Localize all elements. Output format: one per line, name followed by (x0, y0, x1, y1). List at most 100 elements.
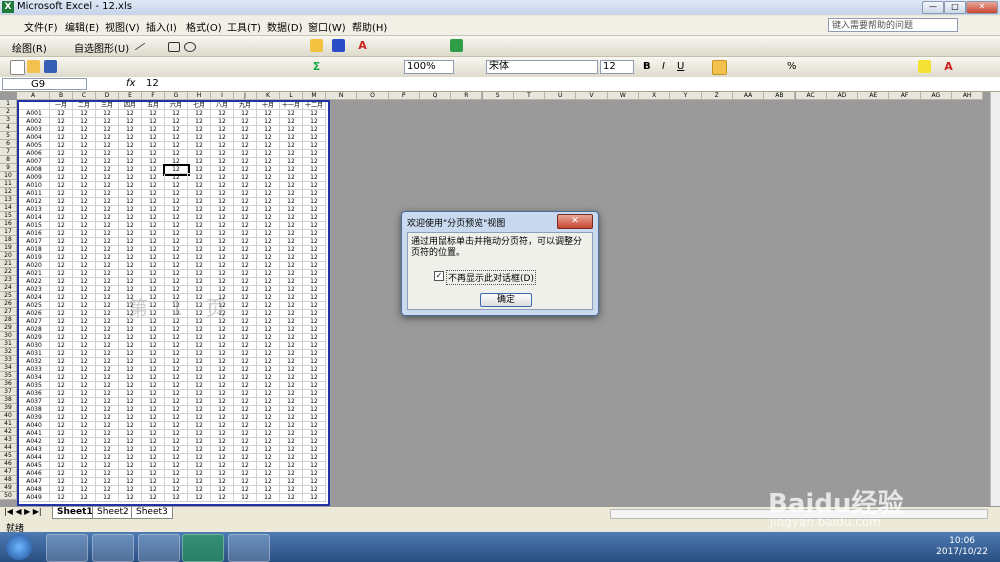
cell[interactable]: 12 (142, 454, 165, 462)
cell[interactable]: 12 (165, 430, 188, 438)
cell[interactable]: 12 (73, 478, 96, 486)
cell[interactable]: 12 (165, 118, 188, 126)
cell[interactable]: 12 (119, 182, 142, 190)
cell[interactable]: 12 (303, 382, 326, 390)
cell[interactable]: 12 (188, 430, 211, 438)
row-header[interactable]: 36 (0, 380, 17, 388)
cell[interactable]: 12 (257, 294, 280, 302)
row-header[interactable]: 12 (0, 188, 17, 196)
row-header[interactable]: 31 (0, 340, 17, 348)
cell[interactable]: 12 (96, 182, 119, 190)
cell[interactable]: 12 (165, 270, 188, 278)
cell[interactable]: 12 (303, 254, 326, 262)
row-header[interactable]: 2 (0, 108, 17, 116)
tab-sheet2[interactable]: Sheet2 (92, 507, 134, 519)
minimize-button[interactable]: — (922, 1, 944, 14)
cell[interactable]: A013 (19, 206, 50, 214)
cell[interactable]: 12 (188, 134, 211, 142)
cell[interactable]: 12 (142, 398, 165, 406)
cell[interactable]: 12 (303, 118, 326, 126)
cell[interactable]: 12 (234, 166, 257, 174)
row-header[interactable]: 15 (0, 212, 17, 220)
cell[interactable]: 12 (257, 230, 280, 238)
explorer-taskbar-icon[interactable] (46, 534, 88, 562)
cell[interactable]: 12 (119, 366, 142, 374)
cell[interactable]: 12 (188, 110, 211, 118)
cell[interactable]: 12 (257, 174, 280, 182)
cell[interactable]: 12 (50, 166, 73, 174)
cell[interactable]: 12 (50, 126, 73, 134)
cell[interactable]: 12 (142, 270, 165, 278)
cell[interactable]: 12 (211, 182, 234, 190)
cell[interactable]: 12 (96, 366, 119, 374)
cell[interactable]: 12 (165, 174, 188, 182)
cell[interactable]: 12 (234, 222, 257, 230)
cell[interactable]: 12 (165, 182, 188, 190)
cell[interactable]: 12 (73, 118, 96, 126)
cell[interactable]: 12 (280, 150, 303, 158)
cell[interactable]: 12 (188, 478, 211, 486)
cell[interactable]: 12 (73, 270, 96, 278)
cell[interactable]: 12 (73, 406, 96, 414)
cell[interactable]: 12 (234, 438, 257, 446)
row-header[interactable]: 25 (0, 292, 17, 300)
cell[interactable]: 12 (280, 462, 303, 470)
cell[interactable]: 12 (119, 390, 142, 398)
cell[interactable]: 12 (96, 134, 119, 142)
cell[interactable]: 12 (257, 478, 280, 486)
cell[interactable]: 12 (280, 158, 303, 166)
row-header[interactable]: 50 (0, 492, 17, 500)
cell[interactable]: 12 (119, 126, 142, 134)
cell[interactable]: 12 (50, 302, 73, 310)
fill-color-icon[interactable] (310, 39, 323, 52)
cell[interactable]: 12 (96, 110, 119, 118)
cell[interactable]: 12 (257, 382, 280, 390)
cell[interactable]: 12 (280, 118, 303, 126)
cell[interactable]: 12 (188, 118, 211, 126)
cell[interactable]: 12 (280, 318, 303, 326)
cell[interactable]: 12 (234, 390, 257, 398)
cell[interactable]: 12 (211, 134, 234, 142)
cell[interactable]: A043 (19, 446, 50, 454)
column-header[interactable]: AG (920, 92, 952, 100)
cell[interactable]: 12 (119, 406, 142, 414)
menu-view[interactable]: 视图(V) (105, 19, 140, 34)
autosum-icon[interactable]: Σ (310, 60, 323, 73)
cell[interactable]: 12 (142, 110, 165, 118)
cell[interactable]: A023 (19, 286, 50, 294)
cell[interactable]: 12 (165, 198, 188, 206)
cell[interactable]: 12 (234, 398, 257, 406)
cell[interactable]: 12 (211, 142, 234, 150)
cell[interactable]: 12 (73, 198, 96, 206)
cell[interactable]: 12 (234, 446, 257, 454)
cell[interactable]: 12 (50, 222, 73, 230)
column-header[interactable]: C (73, 92, 96, 100)
cell[interactable]: 12 (188, 142, 211, 150)
cell[interactable]: 12 (303, 174, 326, 182)
cell[interactable]: 12 (165, 446, 188, 454)
cell[interactable]: 12 (142, 166, 165, 174)
cell[interactable]: 12 (73, 342, 96, 350)
cell[interactable]: 12 (211, 398, 234, 406)
cell[interactable]: 12 (280, 478, 303, 486)
cell[interactable]: 12 (142, 254, 165, 262)
cell[interactable]: 12 (73, 286, 96, 294)
cell[interactable]: 12 (234, 302, 257, 310)
cell[interactable]: 12 (73, 238, 96, 246)
cell[interactable]: 12 (257, 462, 280, 470)
row-header[interactable]: 7 (0, 148, 17, 156)
cell[interactable]: 12 (257, 350, 280, 358)
cell[interactable]: 12 (257, 150, 280, 158)
cell[interactable]: 12 (73, 206, 96, 214)
cell[interactable]: 12 (96, 494, 119, 502)
cell[interactable]: 12 (142, 230, 165, 238)
cell[interactable]: 12 (188, 262, 211, 270)
cell[interactable]: 12 (280, 142, 303, 150)
cell[interactable]: 12 (96, 230, 119, 238)
cell[interactable]: 12 (142, 470, 165, 478)
cell[interactable]: 12 (234, 262, 257, 270)
cell[interactable]: 12 (211, 230, 234, 238)
cell[interactable]: 12 (211, 358, 234, 366)
cell[interactable]: 12 (119, 134, 142, 142)
font-size-select[interactable]: 12 (600, 60, 634, 74)
